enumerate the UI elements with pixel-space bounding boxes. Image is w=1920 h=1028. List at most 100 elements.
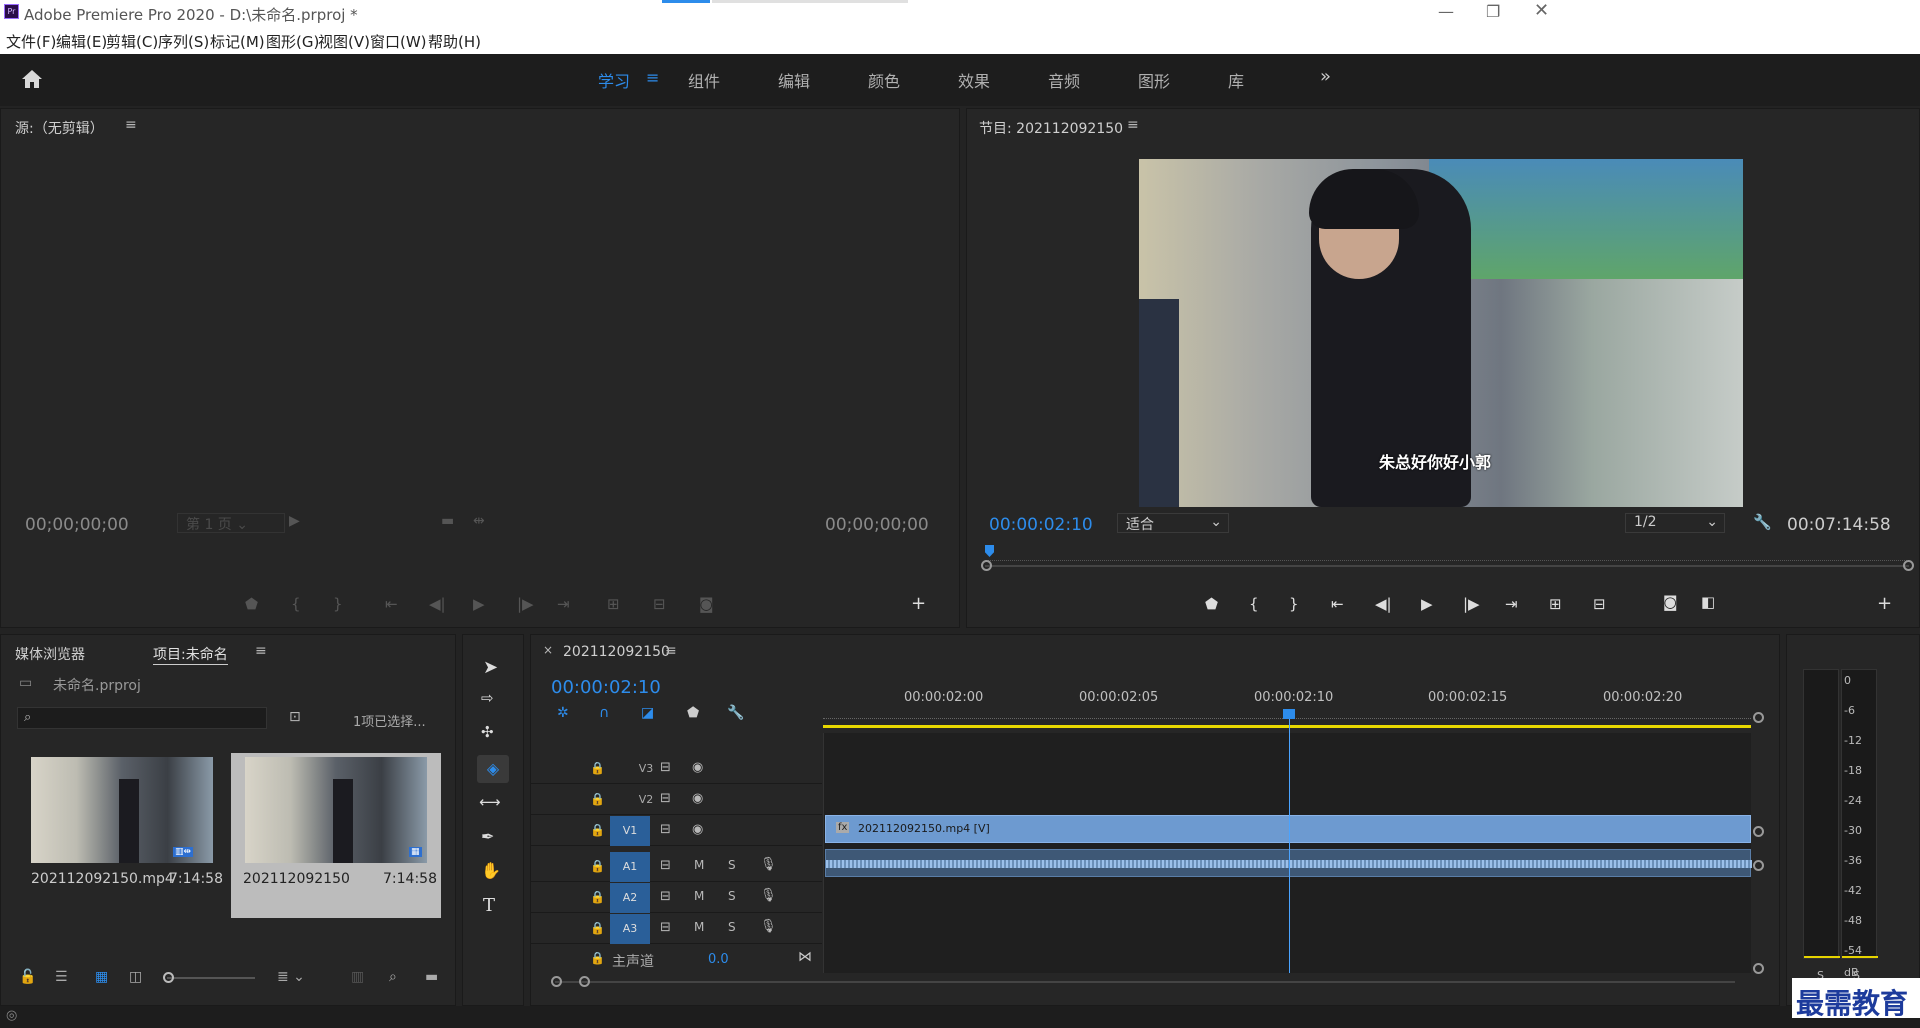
scroll-handle-v1[interactable]	[1753, 712, 1764, 723]
tab-assembly[interactable]: 组件	[688, 68, 720, 92]
fit-select[interactable]: 适合 ⌄	[1117, 513, 1229, 533]
scroll-handle-v2[interactable]	[1753, 826, 1764, 837]
menu-marker[interactable]: 标记(M)	[210, 31, 265, 52]
audio-clip[interactable]	[825, 849, 1752, 877]
search-input[interactable]: ⌕	[17, 707, 267, 729]
microphone-icon[interactable]: 🎙	[760, 919, 777, 934]
program-timecode[interactable]: 00:00:02:10	[989, 515, 1093, 535]
tab-graphics[interactable]: 图形	[1138, 68, 1170, 92]
workspace-menu-icon[interactable]: ≡	[646, 68, 659, 87]
scrub-bar[interactable]	[981, 545, 1914, 573]
project-item-1[interactable]: ▥⇹ 202112092150.mp4 7:14:58	[19, 753, 229, 918]
automate-icon[interactable]: ▥	[351, 969, 364, 985]
eye-icon[interactable]: ◉	[692, 791, 703, 806]
menu-clip[interactable]: 剪辑(C)	[106, 31, 158, 52]
tab-libraries[interactable]: 库	[1228, 68, 1244, 92]
sync-lock-icon[interactable]: ⊟	[660, 791, 671, 806]
menu-sequence[interactable]: 序列(S)	[158, 31, 209, 52]
video-clip[interactable]: fx 202112092150.mp4 [V]	[825, 815, 1751, 843]
settings-wrench-icon[interactable]: 🔧	[727, 705, 744, 721]
extract-icon[interactable]: ⊟	[1593, 595, 1606, 613]
zoom-bar[interactable]	[985, 565, 1909, 567]
solo-button[interactable]: S	[728, 889, 736, 903]
wrench-icon[interactable]: 🔧	[1753, 513, 1772, 531]
source-patch-a1[interactable]: A1	[610, 852, 650, 882]
nest-icon[interactable]: ✲	[557, 705, 569, 721]
zoom-handle-right[interactable]	[579, 976, 590, 987]
go-to-in-icon[interactable]: ⇤	[385, 595, 398, 613]
play-small-icon[interactable]: ▶	[289, 513, 300, 529]
menu-edit[interactable]: 编辑(E)	[56, 31, 107, 52]
export-frame-icon[interactable]: ◙	[1663, 593, 1678, 611]
marker-icon[interactable]: ⬟	[1205, 595, 1218, 613]
slip-tool-icon[interactable]: ⟷	[479, 793, 501, 811]
minimize-icon[interactable]: —	[1438, 2, 1454, 21]
mark-out-icon[interactable]: }	[1289, 595, 1299, 613]
page-select[interactable]: 第 1 页 ⌄	[177, 513, 285, 533]
eye-icon[interactable]: ◉	[692, 822, 703, 837]
more-workspaces-icon[interactable]: »	[1320, 66, 1331, 87]
mute-button[interactable]: M	[694, 920, 704, 934]
home-icon[interactable]	[20, 68, 44, 90]
sort-icon[interactable]: ≣ ⌄	[277, 969, 305, 985]
sync-lock-icon[interactable]: ⊟	[660, 822, 671, 837]
sync-lock-icon[interactable]: ⊟	[660, 760, 671, 775]
panel-menu-icon[interactable]: ≡	[1127, 117, 1139, 133]
compare-icon[interactable]: ◧	[1701, 593, 1715, 611]
list-view-icon[interactable]: ☰	[55, 969, 68, 985]
razor-tool-icon[interactable]: ◈	[477, 755, 509, 783]
track-select-tool-icon[interactable]: ⇨	[481, 689, 494, 707]
source-patch-a2[interactable]: A2	[610, 883, 650, 913]
source-timecode-in[interactable]: 00;00;00;00	[25, 515, 129, 535]
add-button-icon[interactable]: +	[1877, 593, 1892, 614]
tab-effects[interactable]: 效果	[958, 68, 990, 92]
menu-file[interactable]: 文件(F)	[6, 31, 56, 52]
find-icon[interactable]: ⌕	[389, 969, 397, 985]
work-area-bar[interactable]	[823, 725, 1751, 728]
lock-icon[interactable]: 🔒	[590, 792, 605, 806]
step-back-icon[interactable]: ◀|	[429, 595, 446, 613]
go-to-out-icon[interactable]: ⇥	[557, 595, 570, 613]
mute-button[interactable]: M	[694, 858, 704, 872]
scroll-handle-a2[interactable]	[1753, 963, 1764, 974]
mark-in-icon[interactable]: {	[291, 595, 301, 613]
new-bin-icon[interactable]: ⊡	[289, 709, 301, 725]
menu-graphics[interactable]: 图形(G)	[266, 31, 319, 52]
mark-in-icon[interactable]: {	[1249, 595, 1259, 613]
master-volume[interactable]: 0.0	[708, 952, 729, 967]
timeline-playhead[interactable]	[1289, 713, 1290, 973]
lock-icon[interactable]: 🔒	[590, 921, 605, 935]
step-forward-icon[interactable]: |▶	[517, 595, 534, 613]
panel-menu-icon[interactable]: ≡	[255, 643, 267, 659]
tab-audio[interactable]: 音频	[1048, 68, 1080, 92]
step-back-icon[interactable]: ◀|	[1375, 595, 1392, 613]
lock-icon[interactable]: 🔒	[590, 890, 605, 904]
selection-tool-icon[interactable]: ➤	[483, 657, 498, 678]
insert-icon[interactable]: ⊞	[607, 595, 620, 613]
menu-window[interactable]: 窗口(W)	[370, 31, 427, 52]
fit-icon[interactable]: ⇹	[473, 513, 485, 529]
close-icon[interactable]: ✕	[1534, 0, 1549, 21]
marker-icon[interactable]: ⬟	[245, 595, 258, 613]
resolution-select[interactable]: 1/2 ⌄	[1625, 513, 1725, 533]
close-tab-icon[interactable]: ×	[543, 643, 553, 657]
add-marker-icon[interactable]: ⬟	[687, 705, 699, 721]
step-forward-icon[interactable]: |▶	[1463, 595, 1480, 613]
solo-button[interactable]: S	[728, 858, 736, 872]
playhead-handle[interactable]	[1283, 709, 1295, 719]
sync-lock-icon[interactable]: ⊟	[660, 858, 671, 873]
go-to-out-icon[interactable]: ⇥	[1505, 595, 1518, 613]
lock-icon[interactable]: 🔒	[590, 951, 605, 965]
solo-button[interactable]: S	[728, 920, 736, 934]
microphone-icon[interactable]: 🎙	[760, 857, 777, 872]
lock-icon[interactable]: 🔓	[19, 969, 36, 985]
add-button-icon[interactable]: +	[911, 593, 926, 614]
menu-view[interactable]: 视图(V)	[318, 31, 370, 52]
sync-lock-icon[interactable]: ⊟	[660, 920, 671, 935]
zoom-handle-left[interactable]	[981, 560, 992, 571]
lock-icon[interactable]: 🔒	[590, 823, 605, 837]
hand-tool-icon[interactable]: ✋	[481, 861, 501, 880]
type-tool-icon[interactable]: T	[483, 895, 495, 916]
project-item-2[interactable]: ▦ 202112092150 7:14:58	[231, 753, 441, 918]
play-icon[interactable]: ▶	[473, 595, 485, 613]
